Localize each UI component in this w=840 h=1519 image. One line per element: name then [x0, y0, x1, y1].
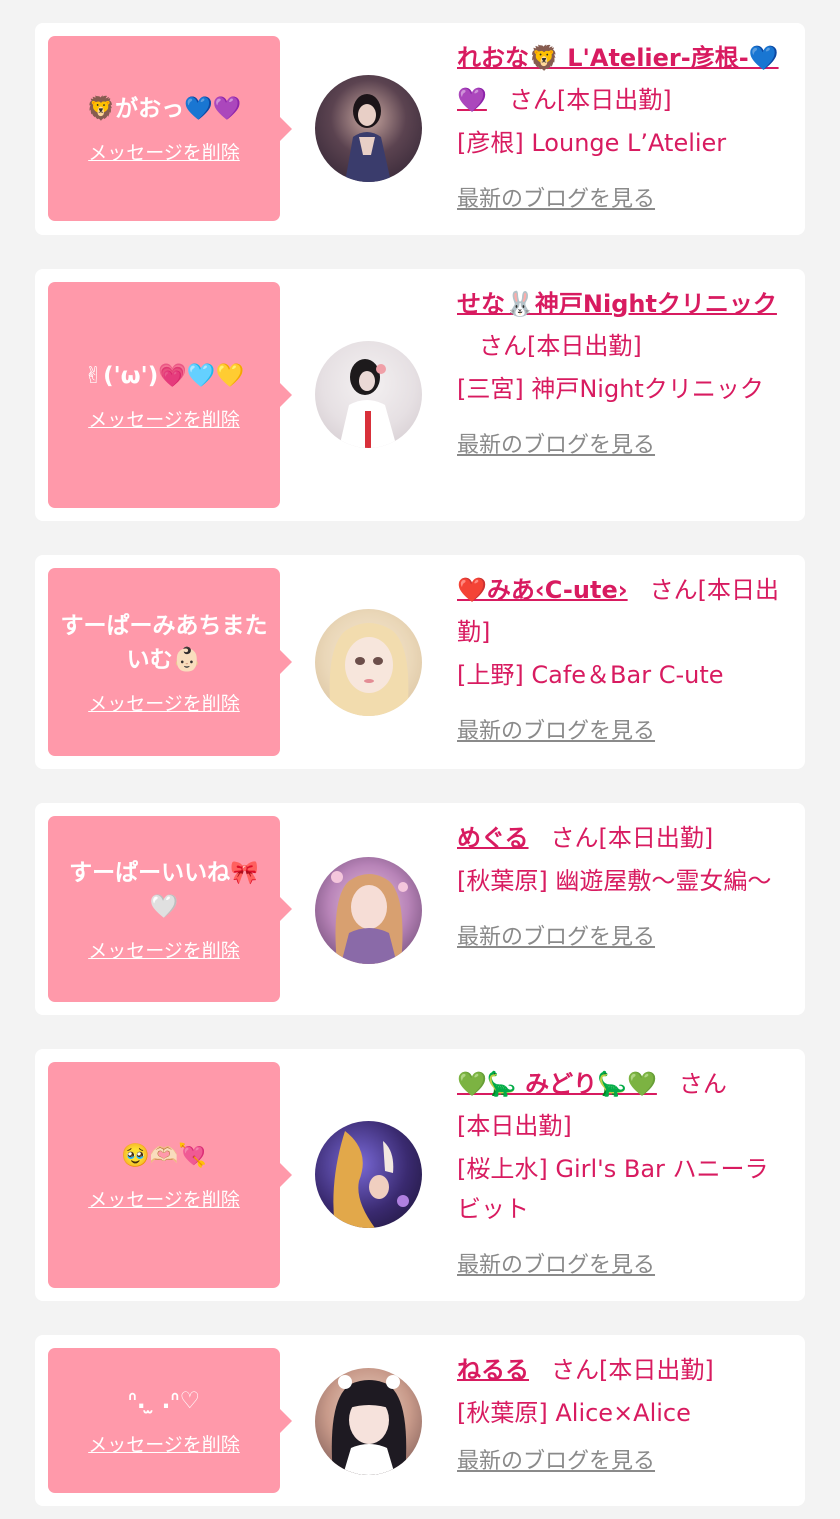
list-item: ✌︎('ω')💗🩵💛 メッセージを削除 せな🐰神戸Nightクリニックさん[本日…	[35, 269, 805, 521]
cast-name-link[interactable]: めぐる	[457, 824, 529, 852]
message-text: 🦁がおっ💙💜	[86, 96, 242, 122]
message-text: すーぱーいいね🎀🤍	[69, 859, 259, 920]
message-bubble: 🦁がおっ💙💜 メッセージを削除	[48, 36, 292, 221]
cast-name-link[interactable]: せな🐰神戸Nightクリニック	[457, 290, 777, 318]
delete-message-link[interactable]: メッセージを削除	[88, 936, 240, 963]
cast-name-link[interactable]: ねるる	[457, 1356, 529, 1384]
favorites-message-list: 🦁がおっ💙💜 メッセージを削除 れおな🦁 L'Atelier-彦根-💙💜 さん[本…	[0, 0, 840, 1519]
honorific: さん	[479, 332, 527, 360]
cast-info: めぐる さん[本日出勤] [秋葉原] 幽遊屋敷〜霊女編〜 最新のブログを見る	[457, 817, 791, 951]
cast-info: ❤️みあ‹C-ute› さん[本日出勤] [上野] Cafe＆Bar C-ute …	[457, 569, 791, 745]
shop-name: [秋葉原] 幽遊屋敷〜霊女編〜	[457, 867, 772, 895]
message-text: 🥹🫶🏻💘	[121, 1142, 207, 1169]
cast-info: れおな🦁 L'Atelier-彦根-💙💜 さん[本日出勤] [彦根] Lounge…	[457, 37, 791, 213]
latest-blog-link[interactable]: 最新のブログを見る	[457, 427, 655, 459]
honorific: さん	[551, 1356, 599, 1384]
shop-name: [秋葉原] Alice×Alice	[457, 1399, 691, 1427]
avatar[interactable]	[315, 609, 422, 716]
latest-blog-link[interactable]: 最新のブログを見る	[457, 713, 655, 745]
honorific: さん	[678, 1070, 727, 1098]
cast-name-link[interactable]: 💚🦕 みどり🦕💚	[457, 1070, 657, 1098]
shop-name: [彦根] Lounge L’Atelier	[457, 129, 727, 157]
message-bubble: すーぱーみあちまたいむ👶🏻 メッセージを削除	[48, 568, 292, 756]
cast-name-link[interactable]: ❤️みあ‹C-ute›	[457, 576, 628, 604]
list-item: 🦁がおっ💙💜 メッセージを削除 れおな🦁 L'Atelier-彦根-💙💜 さん[本…	[35, 23, 805, 235]
delete-message-link[interactable]: メッセージを削除	[88, 1185, 240, 1212]
honorific: さん	[550, 824, 599, 852]
latest-blog-link[interactable]: 最新のブログを見る	[457, 919, 655, 951]
avatar[interactable]	[315, 1121, 422, 1228]
latest-blog-link[interactable]: 最新のブログを見る	[457, 1247, 655, 1279]
avatar[interactable]	[315, 75, 422, 182]
work-status: [本日出勤]	[598, 824, 714, 852]
shop-name: [桜上水] Girl's Bar ハニーラビット	[457, 1155, 769, 1223]
list-item: すーぱーみあちまたいむ👶🏻 メッセージを削除 ❤️みあ‹C-ute› さん[本日出…	[35, 555, 805, 769]
work-status: [本日出勤]	[556, 86, 672, 114]
honorific: さん	[649, 576, 698, 604]
latest-blog-link[interactable]: 最新のブログを見る	[457, 1443, 655, 1475]
cast-info: ねるる さん[本日出勤] [秋葉原] Alice×Alice 最新のブログを見る	[457, 1349, 791, 1475]
delete-message-link[interactable]: メッセージを削除	[88, 405, 240, 432]
message-text: すーぱーみあちまたいむ👶🏻	[60, 612, 268, 673]
list-item: すーぱーいいね🎀🤍 メッセージを削除 めぐる さん[本日出勤] [秋葉原] 幽遊屋…	[35, 803, 805, 1015]
message-bubble: すーぱーいいね🎀🤍 メッセージを削除	[48, 816, 292, 1002]
delete-message-link[interactable]: メッセージを削除	[88, 1430, 240, 1457]
honorific: さん	[508, 86, 557, 114]
cast-info: 💚🦕 みどり🦕💚 さん [本日出勤] [桜上水] Girl's Bar ハニーラビッ…	[457, 1063, 791, 1279]
message-text: ᐢ. ̫ .ᐢ♡	[127, 1388, 201, 1414]
work-status: [本日出勤]	[599, 1356, 714, 1384]
latest-blog-link[interactable]: 最新のブログを見る	[457, 181, 655, 213]
message-bubble: ✌︎('ω')💗🩵💛 メッセージを削除	[48, 282, 292, 508]
message-text: ✌︎('ω')💗🩵💛	[83, 362, 245, 389]
message-bubble: ᐢ. ̫ .ᐢ♡ メッセージを削除	[48, 1348, 292, 1493]
cast-info: せな🐰神戸Nightクリニックさん[本日出勤] [三宮] 神戸Nightクリニッ…	[457, 283, 791, 459]
delete-message-link[interactable]: メッセージを削除	[88, 689, 240, 716]
avatar[interactable]	[315, 857, 422, 964]
list-item: ᐢ. ̫ .ᐢ♡ メッセージを削除 ねるる さん[本日出勤] [秋葉原] Alic…	[35, 1335, 805, 1506]
delete-message-link[interactable]: メッセージを削除	[88, 138, 240, 165]
avatar[interactable]	[315, 341, 422, 448]
work-status: [本日出勤]	[527, 332, 642, 360]
shop-name: [上野] Cafe＆Bar C-ute	[457, 661, 724, 689]
avatar[interactable]	[315, 1368, 422, 1475]
work-status: [本日出勤]	[457, 1112, 572, 1140]
message-bubble: 🥹🫶🏻💘 メッセージを削除	[48, 1062, 292, 1288]
list-item: 🥹🫶🏻💘 メッセージを削除 💚🦕 みどり🦕💚 さん [本日出勤] [桜上水] Gir…	[35, 1049, 805, 1301]
shop-name: [三宮] 神戸Nightクリニック	[457, 375, 764, 403]
